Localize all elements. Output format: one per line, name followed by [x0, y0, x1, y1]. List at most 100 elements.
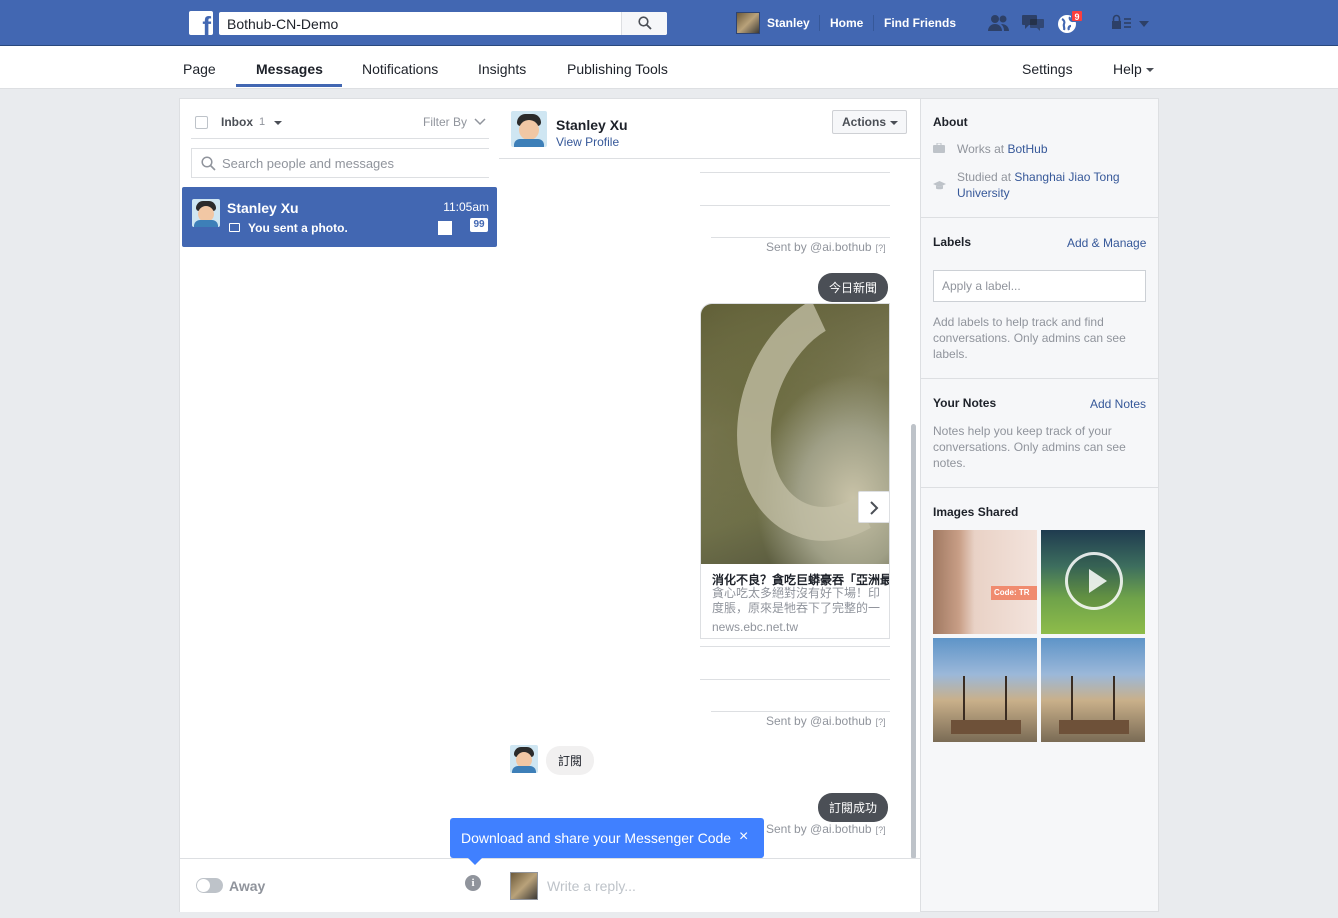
- notification-badge: 9: [1071, 10, 1083, 22]
- news-card-domain: news.ebc.net.tw: [712, 620, 799, 634]
- top-user-profile[interactable]: Stanley: [736, 12, 810, 34]
- section-divider: [921, 487, 1158, 488]
- news-card[interactable]: 消化不良？貪吃巨蟒豪吞「亞洲最 貪心吃太多絕對沒有好下場！印度脹，原來是牠吞下了…: [700, 303, 890, 639]
- card-next-button[interactable]: [858, 491, 889, 523]
- section-divider: [921, 378, 1158, 379]
- message-divider: [700, 646, 890, 647]
- away-status-label: Away: [229, 878, 266, 894]
- user-message-bubble: 訂閱: [546, 746, 595, 775]
- tooltip-arrow: [468, 858, 482, 865]
- inbox-folder-label[interactable]: Inbox: [221, 115, 253, 129]
- shared-video-thumbnail[interactable]: [1041, 530, 1145, 634]
- message-search: [191, 148, 492, 178]
- sent-by-help[interactable]: [?]: [876, 243, 886, 253]
- works-at: Works at BotHub: [957, 141, 1048, 157]
- conversation-snippet: You sent a photo.: [248, 221, 348, 235]
- inbox-chevron-down-icon[interactable]: [274, 121, 282, 125]
- conversation-title: Stanley Xu: [556, 117, 628, 133]
- message-divider: [700, 205, 890, 206]
- shared-image-thumbnail[interactable]: Code: TR: [933, 530, 1037, 634]
- message-divider: [711, 237, 890, 238]
- search-button[interactable]: [621, 12, 667, 35]
- bot-message-bubble: 訂閱成功: [818, 793, 889, 822]
- settings-link[interactable]: Settings: [1022, 61, 1073, 77]
- conversation-badge: 99: [470, 218, 488, 232]
- away-toggle[interactable]: [196, 878, 223, 893]
- conversation-name: Stanley Xu: [227, 200, 299, 216]
- tab-publishing-tools[interactable]: Publishing Tools: [567, 61, 668, 77]
- tooltip-text[interactable]: Download and share your Messenger Code: [461, 830, 731, 846]
- conversation-list-item[interactable]: Stanley Xu 11:05am You sent a photo. 99: [182, 187, 497, 247]
- facebook-logo-icon[interactable]: f: [189, 11, 213, 35]
- inbox-header-divider: [191, 138, 489, 139]
- photo-icon: [229, 223, 240, 232]
- top-divider: [873, 15, 874, 31]
- top-user-name: Stanley: [767, 16, 810, 30]
- labels-heading: Labels: [933, 235, 972, 249]
- help-chevron-down-icon: [1146, 68, 1154, 72]
- inbox-count: 1: [259, 116, 266, 128]
- top-divider: [819, 15, 820, 31]
- home-link[interactable]: Home: [830, 16, 863, 30]
- select-all-checkbox[interactable]: [195, 116, 208, 129]
- actions-button[interactable]: Actions: [832, 110, 907, 134]
- conversation-time: 11:05am: [443, 200, 489, 214]
- conversation-checkbox[interactable]: [438, 221, 452, 235]
- tab-insights[interactable]: Insights: [478, 61, 526, 77]
- tab-notifications[interactable]: Notifications: [362, 61, 438, 77]
- avatar: [736, 12, 760, 34]
- works-at-prefix: Works at: [957, 142, 1008, 156]
- labels-help-text: Add labels to help track and find conver…: [933, 315, 1126, 361]
- info-icon[interactable]: i: [465, 875, 481, 891]
- sent-by-label: Sent by @ai.bothub [?]: [766, 714, 886, 728]
- add-notes-link[interactable]: Add Notes: [1090, 397, 1146, 411]
- actions-label: Actions: [842, 115, 887, 129]
- image-tag-text: Code: TR: [991, 586, 1037, 600]
- active-tab-indicator: [236, 84, 342, 87]
- play-icon: [1065, 552, 1123, 610]
- sent-by-label: Sent by @ai.bothub [?]: [766, 240, 886, 254]
- messenger-code-tooltip: Download and share your Messenger Code ×: [450, 818, 764, 865]
- friend-requests-icon[interactable]: [987, 13, 1011, 33]
- privacy-lock-icon[interactable]: [1111, 13, 1133, 33]
- shared-image-thumbnail[interactable]: [933, 638, 1037, 742]
- message-divider: [700, 172, 890, 173]
- tab-messages[interactable]: Messages: [256, 61, 323, 77]
- reply-input[interactable]: [547, 874, 797, 898]
- news-card-description: 貪心吃太多絕對沒有好下場！印度脹，原來是牠吞下了完整的一隻「: [712, 586, 881, 615]
- search-messages-input[interactable]: [222, 149, 492, 177]
- works-at-link[interactable]: BotHub: [1007, 142, 1047, 156]
- messages-icon[interactable]: [1021, 13, 1045, 33]
- avatar: [192, 199, 220, 227]
- page-sub-nav: Page Messages Notifications Insights Pub…: [0, 46, 1338, 89]
- conversation-scrollbar[interactable]: [911, 424, 916, 859]
- conversation-header: Stanley Xu View Profile Actions: [499, 99, 920, 159]
- studied-at: Studied at Shanghai Jiao Tong University: [957, 169, 1147, 201]
- top-search-input[interactable]: [219, 12, 619, 35]
- conversation-panel: Stanley Xu View Profile Actions Sent by …: [499, 98, 921, 912]
- close-icon[interactable]: ×: [739, 828, 748, 846]
- sent-by-help[interactable]: [?]: [876, 825, 886, 835]
- avatar[interactable]: [511, 111, 547, 147]
- sent-by-help[interactable]: [?]: [876, 717, 886, 727]
- view-profile-link[interactable]: View Profile: [556, 135, 619, 149]
- studied-at-prefix: Studied at: [957, 170, 1015, 184]
- find-friends-link[interactable]: Find Friends: [884, 16, 956, 30]
- tab-page[interactable]: Page: [183, 61, 216, 77]
- help-menu[interactable]: Help: [1113, 61, 1142, 77]
- avatar: [510, 872, 538, 900]
- filter-by-dropdown[interactable]: Filter By: [423, 115, 467, 129]
- account-menu-chevron-down-icon[interactable]: [1139, 21, 1149, 27]
- message-divider: [700, 679, 890, 680]
- shared-image-thumbnail[interactable]: [1041, 638, 1145, 742]
- reply-composer: [499, 858, 920, 912]
- search-icon: [201, 156, 216, 171]
- top-search: [219, 12, 667, 35]
- apply-label-input[interactable]: [933, 270, 1146, 302]
- filter-chevron-down-icon[interactable]: [474, 118, 486, 126]
- add-manage-labels-link[interactable]: Add & Manage: [1067, 236, 1146, 250]
- chevron-right-icon: [870, 501, 879, 515]
- customer-info-panel: About Works at BotHub Studied at Shangha…: [920, 98, 1159, 912]
- message-divider: [711, 711, 890, 712]
- notes-help-text: Notes help you keep track of your conver…: [933, 424, 1126, 470]
